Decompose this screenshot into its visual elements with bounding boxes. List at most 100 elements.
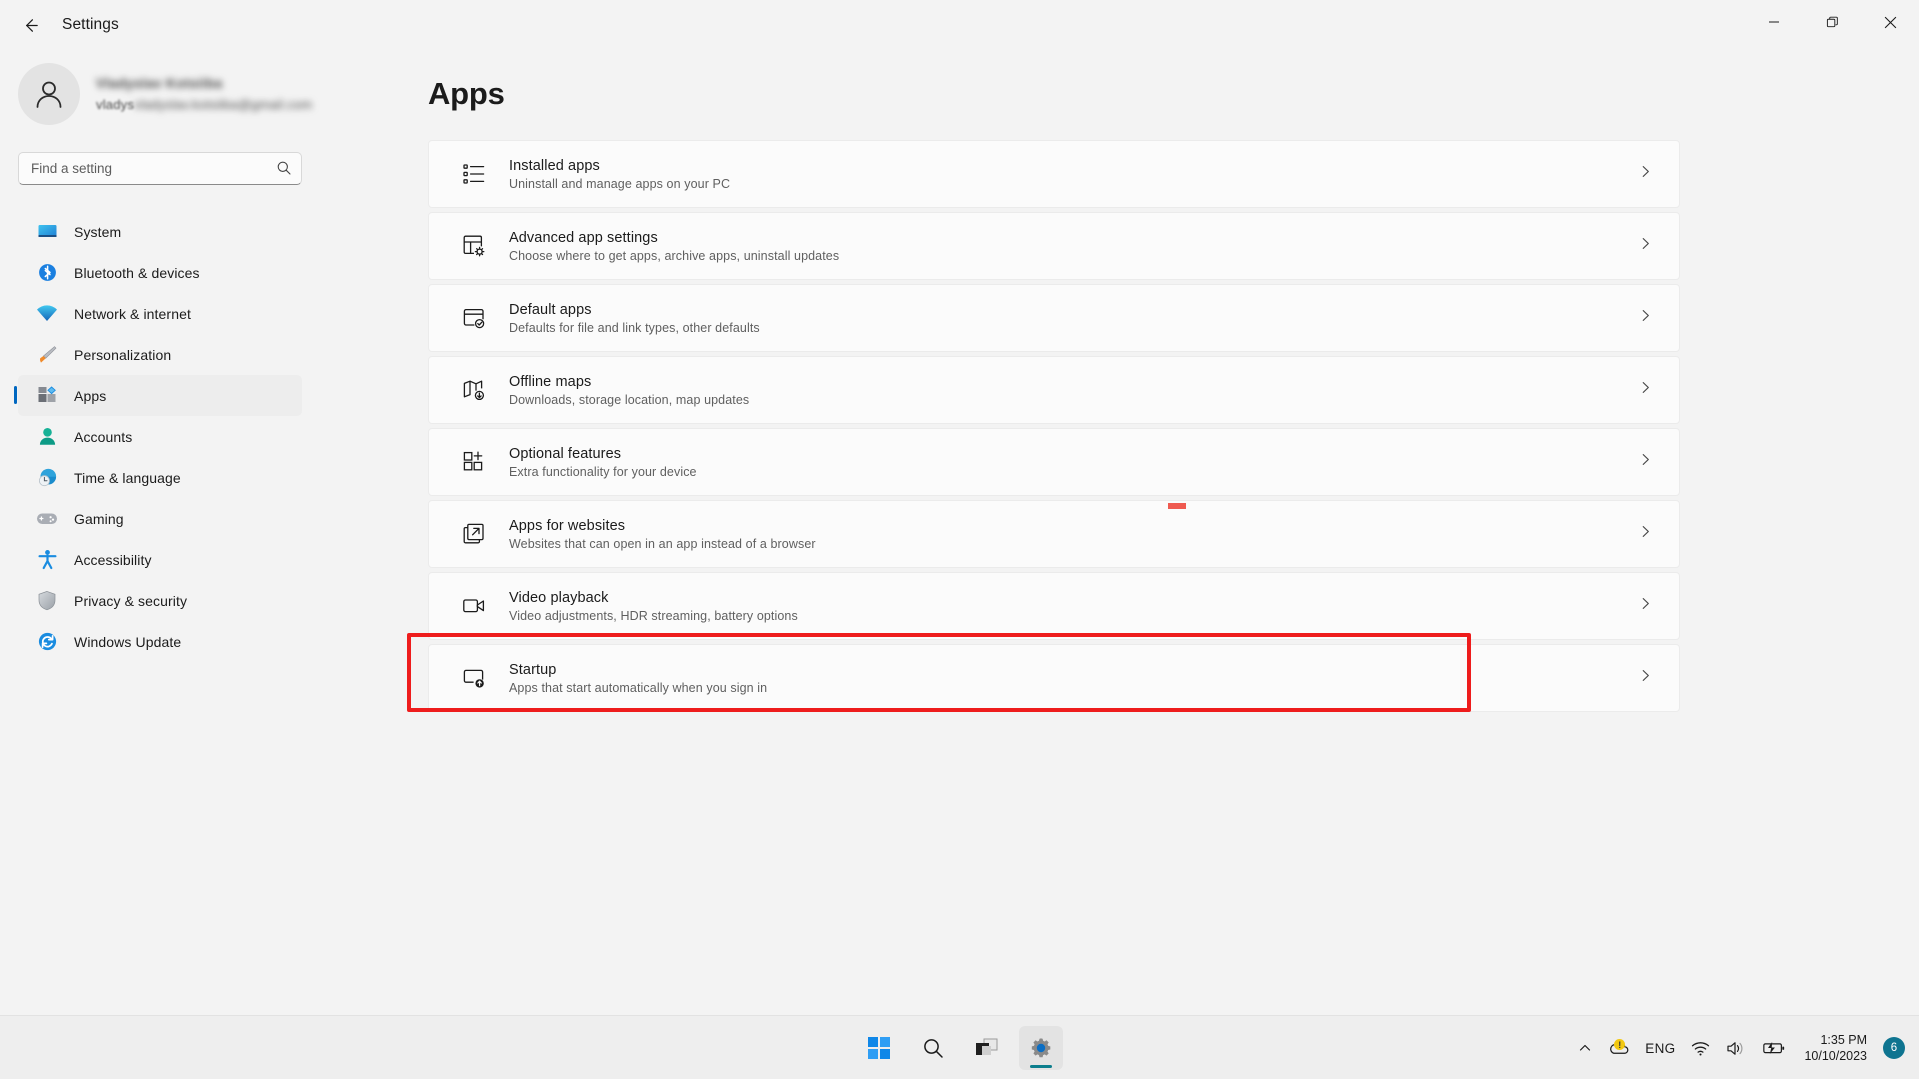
network-icon xyxy=(36,303,58,325)
sidebar: Vladyslav Kotsiiba vladysvladyslav.kotsi… xyxy=(0,50,320,1015)
settings-taskbar-button[interactable] xyxy=(1019,1026,1063,1070)
window-controls xyxy=(1745,0,1919,50)
settings-card-installed-apps[interactable]: Installed appsUninstall and manage apps … xyxy=(428,140,1680,208)
page-title: Apps xyxy=(428,76,1919,112)
sidebar-item-personalization[interactable]: Personalization xyxy=(18,334,302,375)
sidebar-item-label: Gaming xyxy=(74,511,124,527)
red-marker-annotation xyxy=(1168,503,1186,509)
sidebar-item-accounts[interactable]: Accounts xyxy=(18,416,302,457)
settings-card-offline-maps[interactable]: Offline maps Downloads, storage location,… xyxy=(428,356,1680,424)
apps-icon xyxy=(36,385,58,407)
settings-card-video-playback[interactable]: Video playback Video adjustments, HDR str… xyxy=(428,572,1680,640)
sidebar-item-label: Time & language xyxy=(74,470,181,486)
bluetooth-icon xyxy=(36,262,58,284)
sidebar-item-accessibility[interactable]: Accessibility xyxy=(18,539,302,580)
main-content: Apps Installed appsUninstall and manage … xyxy=(320,50,1919,1015)
window-title: Settings xyxy=(62,16,119,34)
card-subtitle: Choose where to get apps, archive apps, … xyxy=(509,249,839,263)
card-text: Video playback Video adjustments, HDR str… xyxy=(509,590,798,623)
card-subtitle: Apps that start automatically when you s… xyxy=(509,681,767,695)
card-title: Apps for websites xyxy=(509,518,816,534)
sidebar-nav: System Bluetooth & devices Network & inter… xyxy=(0,211,320,662)
optional-features-icon xyxy=(459,447,489,477)
title-bar: Settings xyxy=(0,0,1919,50)
account-email-masked: vladyslav.kotsiiba@gmail.com xyxy=(134,97,312,112)
card-title: Offline maps xyxy=(509,374,749,390)
minimize-button[interactable] xyxy=(1745,0,1803,44)
card-subtitle: Downloads, storage location, map updates xyxy=(509,393,749,407)
account-email: vladysvladyslav.kotsiiba@gmail.com xyxy=(96,97,312,112)
time-language-icon xyxy=(36,467,58,489)
back-button[interactable] xyxy=(10,9,50,41)
startup-icon xyxy=(459,663,489,693)
settings-card-apps-for-websites[interactable]: Apps for websites Websites that can open … xyxy=(428,500,1680,568)
system-tray: ! ENG xyxy=(1570,1016,1919,1079)
clock-date: 10/10/2023 xyxy=(1804,1048,1867,1064)
account-section[interactable]: Vladyslav Kotsiiba vladysvladyslav.kotsi… xyxy=(18,58,320,130)
sidebar-item-privacy-security[interactable]: Privacy & security xyxy=(18,580,302,621)
chevron-right-icon xyxy=(1638,236,1653,256)
card-subtitle: Websites that can open in an app instead… xyxy=(509,537,816,551)
notification-badge[interactable]: 6 xyxy=(1883,1037,1905,1059)
sidebar-item-apps[interactable]: Apps xyxy=(18,375,302,416)
card-subtitle: Extra functionality for your device xyxy=(509,465,697,479)
card-title: Optional features xyxy=(509,446,697,462)
sidebar-item-bluetooth-devices[interactable]: Bluetooth & devices xyxy=(18,252,302,293)
personalization-icon xyxy=(36,344,58,366)
volume-icon[interactable] xyxy=(1718,1026,1754,1070)
card-text: Default appsDefaults for file and link t… xyxy=(509,302,760,335)
installed-apps-icon xyxy=(459,159,489,189)
taskbar: ! ENG xyxy=(0,1015,1919,1079)
card-text: Offline maps Downloads, storage location,… xyxy=(509,374,749,407)
restore-button[interactable] xyxy=(1803,0,1861,44)
card-text: Startup Apps that start automatically whe… xyxy=(509,662,767,695)
chevron-right-icon xyxy=(1638,668,1653,688)
windows-update-icon xyxy=(36,631,58,653)
privacy-security-icon xyxy=(36,590,58,612)
card-title: Startup xyxy=(509,662,767,678)
sidebar-item-label: Accounts xyxy=(74,429,132,445)
gaming-icon xyxy=(36,508,58,530)
card-title: Video playback xyxy=(509,590,798,606)
search-input[interactable] xyxy=(18,152,302,185)
chevron-right-icon xyxy=(1638,524,1653,544)
sidebar-item-label: Apps xyxy=(74,388,106,404)
system-icon xyxy=(36,221,58,243)
search-button[interactable] xyxy=(911,1026,955,1070)
card-text: Advanced app settingsChoose where to get… xyxy=(509,230,839,263)
accessibility-icon xyxy=(36,549,58,571)
sidebar-item-time-language[interactable]: Time & language xyxy=(18,457,302,498)
settings-card-startup[interactable]: Startup Apps that start automatically whe… xyxy=(428,644,1680,712)
task-view-button[interactable] xyxy=(965,1026,1009,1070)
sidebar-item-label: System xyxy=(74,224,121,240)
sidebar-item-label: Windows Update xyxy=(74,634,181,650)
language-indicator[interactable]: ENG xyxy=(1637,1026,1683,1070)
card-subtitle: Uninstall and manage apps on your PC xyxy=(509,177,730,191)
wifi-icon[interactable] xyxy=(1683,1026,1718,1070)
start-button[interactable] xyxy=(857,1026,901,1070)
close-button[interactable] xyxy=(1861,0,1919,44)
apps-for-websites-icon xyxy=(459,519,489,549)
advanced-app-settings-icon xyxy=(459,231,489,261)
settings-card-optional-features[interactable]: Optional features Extra functionality for… xyxy=(428,428,1680,496)
show-hidden-icons-button[interactable] xyxy=(1570,1026,1600,1070)
clock[interactable]: 1:35 PM 10/10/2023 xyxy=(1794,1026,1877,1070)
sidebar-item-system[interactable]: System xyxy=(18,211,302,252)
settings-card-advanced-app-settings[interactable]: Advanced app settingsChoose where to get… xyxy=(428,212,1680,280)
avatar xyxy=(18,63,80,125)
card-subtitle: Video adjustments, HDR streaming, batter… xyxy=(509,609,798,623)
sidebar-item-label: Bluetooth & devices xyxy=(74,265,200,281)
sidebar-item-label: Network & internet xyxy=(74,306,191,322)
card-text: Apps for websites Websites that can open … xyxy=(509,518,816,551)
chevron-right-icon xyxy=(1638,380,1653,400)
sidebar-item-windows-update[interactable]: Windows Update xyxy=(18,621,302,662)
card-subtitle: Defaults for file and link types, other … xyxy=(509,321,760,335)
sidebar-item-network-internet[interactable]: Network & internet xyxy=(18,293,302,334)
sidebar-item-label: Accessibility xyxy=(74,552,152,568)
settings-card-default-apps[interactable]: Default appsDefaults for file and link t… xyxy=(428,284,1680,352)
sidebar-item-gaming[interactable]: Gaming xyxy=(18,498,302,539)
onedrive-icon[interactable]: ! xyxy=(1600,1026,1637,1070)
account-email-prefix: vladys xyxy=(96,97,134,112)
battery-charging-icon[interactable] xyxy=(1754,1026,1794,1070)
clock-time: 1:35 PM xyxy=(1820,1032,1867,1048)
